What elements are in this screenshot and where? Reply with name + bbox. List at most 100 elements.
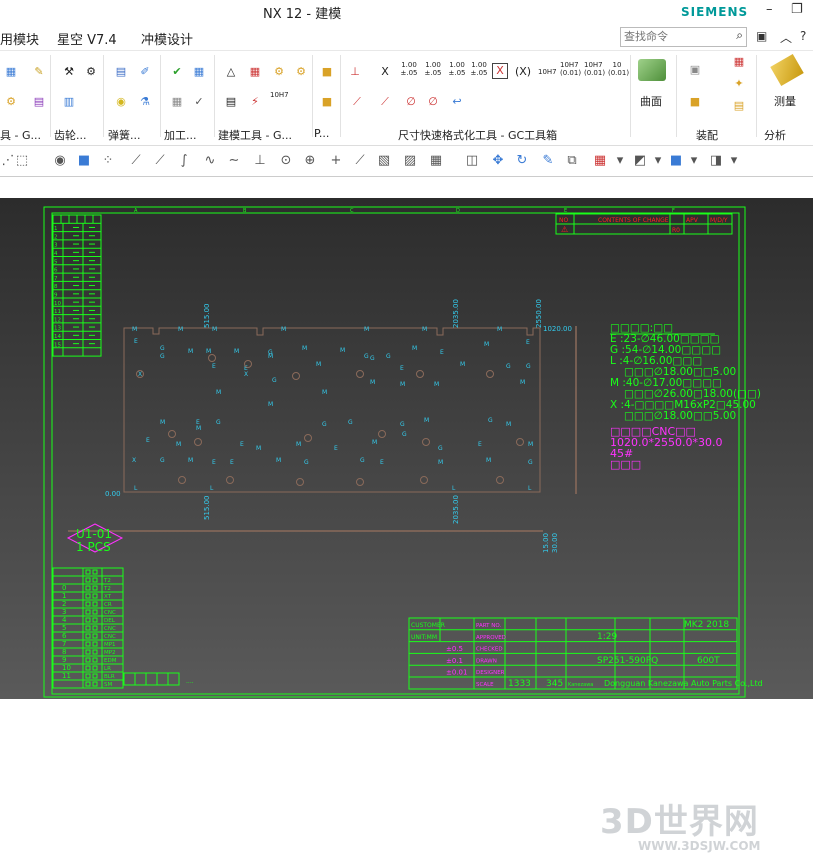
spring-tool-icon[interactable]: ◉ xyxy=(112,95,130,109)
view-icon[interactable]: ◉ xyxy=(52,153,68,169)
ribbon-group-label[interactable]: 装配 xyxy=(696,127,718,143)
add-component-icon[interactable]: ■ xyxy=(686,95,704,109)
dim-style-icon[interactable]: ⟋ xyxy=(376,95,394,109)
menu-item-modules[interactable]: 用模块 xyxy=(0,29,39,48)
cube-icon[interactable]: ■ xyxy=(76,153,92,169)
line-icon[interactable]: ⟋ xyxy=(152,153,168,169)
ribbon-group-label[interactable]: 具 - G... xyxy=(0,127,41,143)
undo-icon[interactable]: ↩ xyxy=(448,95,466,109)
window-icon[interactable]: ▣ xyxy=(756,29,767,43)
modeling-tool-icon[interactable]: ⚙ xyxy=(292,65,310,79)
surface-icon[interactable] xyxy=(638,59,666,81)
dropdown-icon[interactable]: ▾ xyxy=(650,153,666,169)
fit-tol-button[interactable]: 10H7 (0.01) xyxy=(584,61,605,79)
target-icon[interactable]: ⊕ xyxy=(302,153,318,169)
assembly-icon[interactable]: ▣ xyxy=(686,63,704,77)
gear-tool-icon[interactable]: ⚙ xyxy=(82,65,100,79)
line-icon[interactable]: ⟋ xyxy=(128,153,144,169)
ribbon-group-label[interactable]: 建模工具 - G... xyxy=(218,127,292,143)
menu-item-die-design[interactable]: 冲模设计 xyxy=(141,29,193,48)
triangle-icon[interactable]: △ xyxy=(222,65,240,79)
fit-button[interactable]: 10H7 xyxy=(538,65,557,79)
tolerance-button[interactable]: 1.00 ±.05 xyxy=(470,61,488,79)
fit-tol-button[interactable]: 10H7 (0.01) xyxy=(560,61,581,79)
ruler-icon[interactable] xyxy=(770,53,804,87)
dropdown-icon[interactable]: ▾ xyxy=(612,153,628,169)
display-icon[interactable]: ◨ xyxy=(708,153,724,169)
fit-tol-button[interactable]: 10 (0.01) xyxy=(608,61,629,79)
ribbon-group-label[interactable]: P... xyxy=(314,127,329,140)
tolerance-button[interactable]: 1.00 ±.05 xyxy=(424,61,442,79)
fit-icon[interactable]: ⧉ xyxy=(564,153,580,169)
diameter-icon[interactable]: ∅ xyxy=(402,95,420,109)
search-input[interactable] xyxy=(621,28,727,44)
line-icon[interactable]: ⟋ xyxy=(352,153,368,169)
ribbon-group-label[interactable]: 加工... xyxy=(164,127,197,143)
tolerance-button[interactable]: 1.00 ±.05 xyxy=(400,61,418,79)
check-icon[interactable]: ✔ xyxy=(168,65,186,79)
assembly-icon[interactable]: ▤ xyxy=(730,99,748,113)
tool-icon[interactable]: ⚙ xyxy=(2,95,20,109)
graphics-window[interactable]: A B C D E F 1 2 3 4 5 6 7 8 9 10 11 12 13 14 15 NO CON… xyxy=(0,198,813,853)
tool-icon[interactable]: ▤ xyxy=(30,95,48,109)
modeling-tool-icon[interactable]: ⚡ xyxy=(246,95,264,109)
spline-icon[interactable]: ∿ xyxy=(202,153,218,169)
grid-icon[interactable]: ▦ xyxy=(428,153,444,169)
minimize-icon[interactable]: – xyxy=(766,2,773,17)
gear-tool-icon[interactable]: ▥ xyxy=(60,95,78,109)
ribbon-group-label[interactable]: 尺寸快速格式化工具 - GC工具箱 xyxy=(398,127,557,143)
spring-tool-icon[interactable]: ⚗ xyxy=(136,95,154,109)
dropdown-icon[interactable]: ▾ xyxy=(686,153,702,169)
spring-tool-icon[interactable]: ✐ xyxy=(136,65,154,79)
wave-icon[interactable]: ∼ xyxy=(226,153,242,169)
fork-icon[interactable]: ⊥ xyxy=(252,153,268,169)
surface-button[interactable]: 曲面 xyxy=(640,93,662,109)
ribbon-group-label[interactable]: 齿轮... xyxy=(54,127,87,143)
plus-icon[interactable]: + xyxy=(328,153,344,169)
dim-style-icon[interactable]: ⟋ xyxy=(348,95,366,109)
diameter-icon[interactable]: ∅ xyxy=(424,95,442,109)
layers-icon[interactable]: ▦ xyxy=(592,153,608,169)
tolerance-button[interactable]: 1.00 ±.05 xyxy=(448,61,466,79)
circle-point-icon[interactable]: ⊙ xyxy=(278,153,294,169)
cube-icon[interactable]: ■ xyxy=(318,95,336,109)
basic-dim-button[interactable]: X xyxy=(492,63,508,79)
assembly-icon[interactable]: ▦ xyxy=(730,55,748,69)
rotate-icon[interactable]: ↻ xyxy=(514,153,530,169)
help-icon[interactable]: ? xyxy=(800,29,806,43)
menu-item-xingkong[interactable]: 星空 V7.4 xyxy=(57,29,117,48)
ribbon-group-label[interactable]: 弹簧... xyxy=(108,127,141,143)
modeling-tool-icon[interactable]: ▤ xyxy=(222,95,240,109)
sheet-icon[interactable]: ▧ xyxy=(376,153,392,169)
camera-icon[interactable]: ◫ xyxy=(464,153,480,169)
dropdown-icon[interactable]: ▾ xyxy=(726,153,742,169)
command-search[interactable]: ⌕ xyxy=(620,27,747,47)
points-icon[interactable]: ⁘ xyxy=(100,153,116,169)
ribbon-group-label[interactable]: 分析 xyxy=(764,127,786,143)
brush-icon[interactable]: ✎ xyxy=(540,153,556,169)
cube-icon[interactable]: ■ xyxy=(318,65,336,79)
machining-icon[interactable]: ▦ xyxy=(168,95,186,109)
cube-icon[interactable]: ■ xyxy=(668,153,684,169)
plate-part[interactable]: M M M M M M MEG M M M GM MG GMEM EGE EMMGEM G GXMXGMM M M M… xyxy=(68,326,577,532)
machining-icon[interactable]: ▦ xyxy=(190,65,208,79)
gear-tool-icon[interactable]: ⚒ xyxy=(60,65,78,79)
search-icon[interactable]: ⌕ xyxy=(736,28,743,43)
pan-icon[interactable]: ✥ xyxy=(490,153,506,169)
spring-tool-icon[interactable]: ▤ xyxy=(112,65,130,79)
reference-dim-button[interactable]: (X) xyxy=(514,65,532,79)
dim-x-button[interactable]: X xyxy=(376,65,394,79)
collapse-ribbon-icon[interactable]: ︿ xyxy=(780,29,792,46)
tool-icon[interactable]: ✎ xyxy=(30,65,48,79)
tool-icon[interactable]: ▦ xyxy=(2,65,20,79)
machining-icon[interactable]: ✓ xyxy=(190,95,208,109)
dimension-origin-icon[interactable]: ⊥ xyxy=(346,65,364,79)
measure-button[interactable]: 测量 xyxy=(774,93,796,109)
render-icon[interactable]: ◩ xyxy=(632,153,648,169)
modeling-tool-icon[interactable]: ▦ xyxy=(246,65,264,79)
modeling-tool-icon[interactable]: ⚙ xyxy=(270,65,288,79)
maximize-icon[interactable]: ❐ xyxy=(791,2,803,17)
selection-box-icon[interactable]: ⬚ xyxy=(14,153,30,169)
assembly-icon[interactable]: ✦ xyxy=(730,77,748,91)
sheet-icon[interactable]: ▨ xyxy=(402,153,418,169)
